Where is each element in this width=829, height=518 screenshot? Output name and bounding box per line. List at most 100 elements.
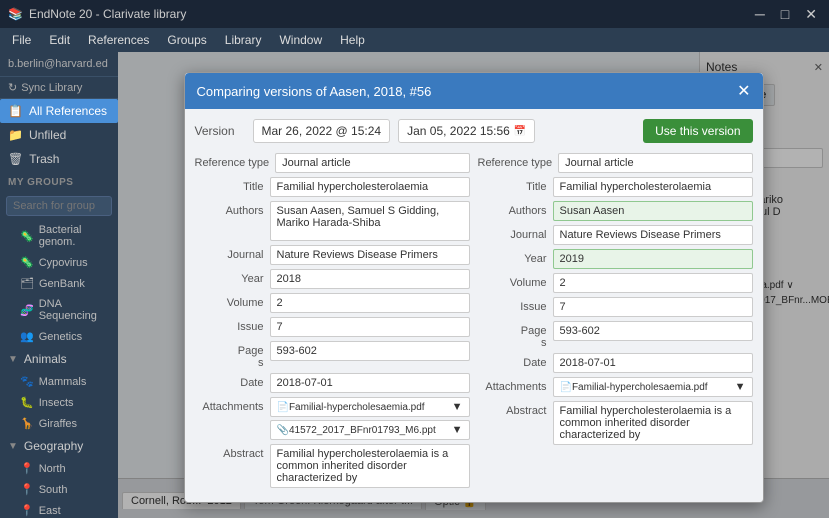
sidebar-item-geography[interactable]: ▼ Geography <box>0 434 118 458</box>
right-ref-type-value[interactable]: Journal article <box>558 153 752 173</box>
trash-label: Trash <box>29 152 59 166</box>
sidebar-item-mammals[interactable]: 🐾 Mammals <box>0 371 118 392</box>
sidebar-item-bacterial[interactable]: 🦠 Bacterial genom. <box>0 220 118 252</box>
right-volume-value[interactable]: 2 <box>553 273 753 293</box>
left-ref-type-row: Reference type Journal article <box>195 153 470 173</box>
menu-file[interactable]: File <box>4 31 39 49</box>
left-year-label: Year <box>195 269 270 285</box>
left-attachments-row: Attachments 📄 Familial-hypercholesaemia.… <box>195 397 470 440</box>
left-year-value[interactable]: 2018 <box>270 269 470 289</box>
cypovirus-icon: 🦠 <box>20 256 34 269</box>
right-title-value[interactable]: Familial hypercholesterolaemia <box>553 177 753 197</box>
close-button[interactable]: ✕ <box>801 6 821 23</box>
right-authors-value[interactable]: Susan Aasen <box>553 201 753 221</box>
sync-icon: ↻ <box>8 81 17 94</box>
comparison-columns: Reference type Journal article Title Fam… <box>195 153 753 492</box>
version-bar: Version Mar 26, 2022 @ 15:24 Jan 05, 202… <box>195 119 753 143</box>
expand-geography-icon: ▼ <box>8 441 18 452</box>
mammals-icon: 🐾 <box>20 375 34 388</box>
modal-header: Comparing versions of Aasen, 2018, #56 ✕ <box>185 73 763 109</box>
right-abstract-value[interactable]: Familial hypercholesterolaemia is a comm… <box>553 401 753 445</box>
sidebar-item-genetics[interactable]: 👥 Genetics <box>0 326 118 347</box>
sidebar-item-dna[interactable]: 🧬 DNA Sequencing <box>0 294 118 326</box>
sidebar-item-east[interactable]: 📍 East <box>0 500 118 518</box>
version-left-date: Mar 26, 2022 @ 15:24 <box>253 119 391 143</box>
sidebar-item-cypovirus[interactable]: 🦠 Cypovirus <box>0 252 118 273</box>
modal-close-button[interactable]: ✕ <box>737 81 750 101</box>
south-icon: 📍 <box>20 483 34 496</box>
south-label: South <box>39 484 68 496</box>
right-column: Reference type Journal article Title Fam… <box>478 153 753 492</box>
right-attachments-label: Attachments <box>478 377 553 393</box>
right-issue-row: Issue 7 <box>478 297 753 317</box>
modal-body: Version Mar 26, 2022 @ 15:24 Jan 05, 202… <box>185 109 763 502</box>
left-abstract-row: Abstract Familial hypercholesterolaemia … <box>195 444 470 488</box>
left-pages-value[interactable]: 593-602 <box>270 341 470 361</box>
right-date-value[interactable]: 2018-07-01 <box>553 353 753 373</box>
giraffes-label: Giraffes <box>39 418 77 430</box>
sidebar-item-genbank[interactable]: 🗂 GenBank <box>0 273 118 294</box>
sidebar-item-unfiled[interactable]: 📁 Unfiled <box>0 123 118 147</box>
left-title-row: Title Familial hypercholesterolaemia <box>195 177 470 197</box>
sidebar-item-north[interactable]: 📍 North <box>0 458 118 479</box>
comparing-modal: Comparing versions of Aasen, 2018, #56 ✕… <box>184 72 764 503</box>
left-authors-value[interactable]: Susan Aasen, Samuel S Gidding, Mariko Ha… <box>270 201 470 241</box>
main-layout: b.berlin@harvard.ed ↻ Sync Library 📋 All… <box>0 52 829 518</box>
sidebar-item-trash[interactable]: 🗑 Trash <box>0 147 118 171</box>
right-issue-value[interactable]: 7 <box>553 297 753 317</box>
geography-label: Geography <box>24 439 83 453</box>
left-journal-value[interactable]: Nature Reviews Disease Primers <box>270 245 470 265</box>
left-attachment2[interactable]: 📎 41572_2017_BFnr01793_M6.ppt ▼ <box>270 420 470 440</box>
insects-label: Insects <box>39 397 74 409</box>
genetics-label: Genetics <box>39 331 82 343</box>
sidebar-user: b.berlin@harvard.ed <box>0 52 118 77</box>
left-date-row: Date 2018-07-01 <box>195 373 470 393</box>
right-pages-value[interactable]: 593-602 <box>553 321 753 341</box>
left-volume-value[interactable]: 2 <box>270 293 470 313</box>
right-ref-type-label: Reference type <box>478 153 559 169</box>
right-pages-row: Page s 593-602 <box>478 321 753 349</box>
right-volume-label: Volume <box>478 273 553 289</box>
left-attachment1-name: Familial-hypercholesaemia.pdf <box>289 402 452 413</box>
dropdown-icon-left2: ▼ <box>452 424 463 436</box>
right-attachment1-name: Familial-hypercholesaemia.pdf <box>572 382 735 393</box>
right-attachment1[interactable]: 📄 Familial-hypercholesaemia.pdf ▼ <box>553 377 753 397</box>
sidebar-item-animals[interactable]: ▼ Animals <box>0 347 118 371</box>
east-label: East <box>39 505 61 517</box>
cypovirus-label: Cypovirus <box>39 257 88 269</box>
menu-help[interactable]: Help <box>332 31 373 49</box>
sidebar-item-south[interactable]: 📍 South <box>0 479 118 500</box>
sidebar-sync[interactable]: ↻ Sync Library <box>0 77 118 99</box>
sidebar-item-all-references[interactable]: 📋 All References <box>0 99 118 123</box>
version-right-date[interactable]: Jan 05, 2022 15:56 📅 <box>398 119 535 143</box>
modal-title: Comparing versions of Aasen, 2018, #56 <box>197 84 432 99</box>
menu-window[interactable]: Window <box>271 31 330 49</box>
right-year-value[interactable]: 2019 <box>553 249 753 269</box>
sidebar-item-insects[interactable]: 🐛 Insects <box>0 392 118 413</box>
left-ref-type-value[interactable]: Journal article <box>275 153 469 173</box>
left-abstract-value[interactable]: Familial hypercholesterolaemia is a comm… <box>270 444 470 488</box>
bacterial-label: Bacterial genom. <box>39 224 110 248</box>
right-journal-value[interactable]: Nature Reviews Disease Primers <box>553 225 753 245</box>
right-journal-label: Journal <box>478 225 553 241</box>
left-issue-value[interactable]: 7 <box>270 317 470 337</box>
right-abstract-label: Abstract <box>478 401 553 417</box>
left-ref-type-label: Reference type <box>195 153 276 169</box>
left-title-value[interactable]: Familial hypercholesterolaemia <box>270 177 470 197</box>
right-date-label: Date <box>478 353 553 369</box>
left-authors-label: Authors <box>195 201 270 217</box>
maximize-button[interactable]: □ <box>777 6 793 23</box>
giraffes-icon: 🦒 <box>20 417 34 430</box>
minimize-button[interactable]: ─ <box>751 6 769 23</box>
left-attachment1[interactable]: 📄 Familial-hypercholesaemia.pdf ▼ <box>270 397 470 417</box>
left-date-value[interactable]: 2018-07-01 <box>270 373 470 393</box>
menu-references[interactable]: References <box>80 31 157 49</box>
use-version-button[interactable]: Use this version <box>643 119 752 143</box>
group-search-input[interactable] <box>6 196 112 216</box>
menu-library[interactable]: Library <box>217 31 270 49</box>
menu-groups[interactable]: Groups <box>159 31 214 49</box>
menu-edit[interactable]: Edit <box>41 31 78 49</box>
ppt-icon-left2: 📎 <box>277 425 289 436</box>
sidebar-item-giraffes[interactable]: 🦒 Giraffes <box>0 413 118 434</box>
unfiled-icon: 📁 <box>8 128 23 142</box>
